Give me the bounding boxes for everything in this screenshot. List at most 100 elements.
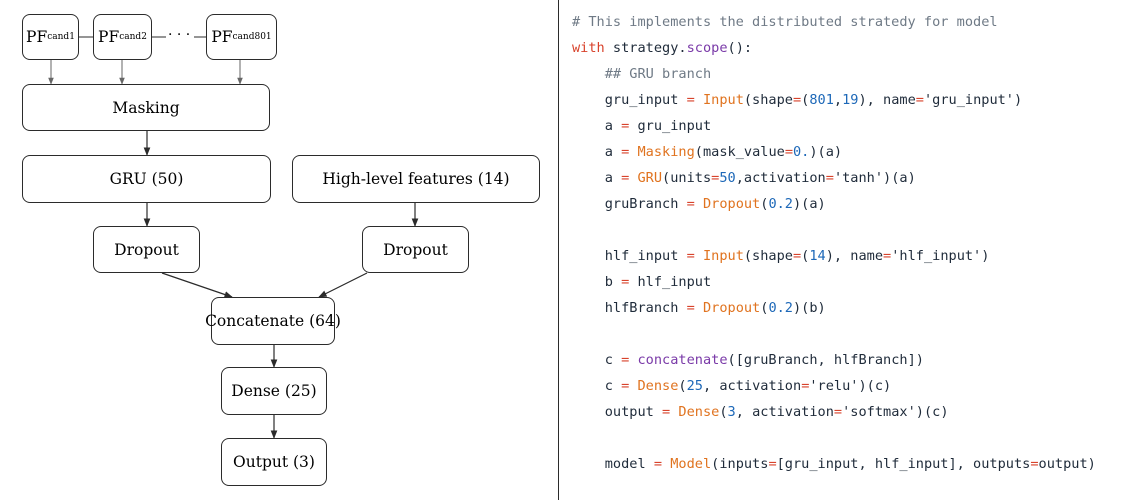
panel-divider	[558, 0, 559, 500]
code-token: , activation	[702, 378, 802, 394]
code-line: with strategy.scope():	[572, 35, 1138, 61]
code-token: 'gru_input'	[923, 92, 1014, 108]
arrow-dropout-right-concat	[318, 272, 368, 298]
code-token: )(b)	[793, 300, 826, 316]
pf-cand-2-node: PF cand2	[93, 14, 152, 60]
code-token: =	[792, 92, 802, 108]
code-line: c = concatenate([gruBranch, hlfBranch])	[572, 347, 1138, 373]
code-token: ), name	[858, 92, 916, 108]
code-token: Dense	[678, 404, 720, 420]
pf-base: PF	[98, 28, 120, 46]
code-token: (units	[662, 170, 712, 186]
code-token: 50	[719, 170, 736, 186]
code-token: 0.	[793, 144, 810, 160]
code-token: (shape	[743, 92, 793, 108]
code-token: ), name	[825, 248, 884, 264]
code-token: (shape	[743, 248, 793, 264]
code-line: a = Masking(mask_value=0.)(a)	[572, 139, 1138, 165]
code-token: )(a)	[809, 144, 843, 160]
code-token: ():	[727, 40, 753, 56]
code-token: =	[915, 92, 924, 108]
code-token: a	[572, 144, 622, 160]
pf-sub: cand	[47, 32, 70, 42]
code-token: =	[792, 248, 802, 264]
code-token: gru_input	[572, 92, 687, 108]
code-token: a	[572, 118, 622, 134]
code-line: hlfBranch = Dropout(0.2)(b)	[572, 295, 1138, 321]
code-token: )(c)	[915, 404, 949, 420]
code-token: =	[833, 404, 843, 420]
code-line: hlf_input = Input(shape=(14), name='hlf_…	[572, 243, 1138, 269]
masking-node: Masking	[22, 84, 270, 131]
pf-base: PF	[211, 28, 233, 46]
code-token: )	[981, 248, 990, 264]
code-token: Dense	[637, 378, 679, 394]
output-node: Output (3)	[221, 438, 327, 486]
code-token: ## GRU branch	[572, 66, 712, 82]
code-token: [gru_input, hlf_input], outputs	[776, 456, 1031, 472]
gru-node: GRU (50)	[22, 155, 271, 203]
code-token: 'hlf_input'	[891, 248, 982, 264]
code-token: 3	[727, 404, 736, 420]
code-line: # This implements the distributed strate…	[572, 9, 1138, 35]
code-token: =	[825, 170, 834, 186]
code-token: 'softmax'	[842, 404, 916, 420]
code-line: gruBranch = Dropout(0.2)(a)	[572, 191, 1138, 217]
code-token: Masking	[637, 144, 695, 160]
code-token: 0.2	[768, 196, 793, 212]
code-token: =	[768, 456, 777, 472]
code-line: a = gru_input	[572, 113, 1138, 139]
code-token: b	[572, 274, 622, 290]
pf-sub: cand	[119, 32, 142, 42]
code-token: =	[784, 144, 793, 160]
dropout-left-node: Dropout	[93, 226, 200, 273]
code-token: Input	[702, 92, 744, 108]
pf-cand-801-node: PF cand801	[206, 14, 277, 60]
code-token: gruBranch	[572, 196, 687, 212]
code-token: =	[1030, 456, 1039, 472]
code-token: 25	[686, 378, 703, 394]
code-token: hlf_input	[572, 248, 687, 264]
code-token: )(a)	[883, 170, 916, 186]
code-token: a	[572, 170, 622, 186]
code-token: model	[572, 456, 654, 472]
code-token: ([gruBranch, hlfBranch])	[727, 352, 924, 368]
pf-sub: cand	[232, 32, 255, 42]
code-token: ,activation	[735, 170, 826, 186]
code-token: (mask_value	[694, 144, 785, 160]
code-token: Input	[702, 248, 744, 264]
code-token: 'relu'	[809, 378, 859, 394]
pf-cand-1-node: PF cand1	[22, 14, 79, 60]
pf-index: 2	[141, 32, 147, 42]
arrow-dropout-left-concat	[161, 272, 233, 298]
pf-index: 1	[69, 32, 75, 42]
connector-arrows	[48, 36, 419, 439]
code-line: c = Dense(25, activation='relu')(c)	[572, 373, 1138, 399]
code-token: =	[883, 248, 892, 264]
code-token: , activation	[735, 404, 834, 420]
code-token: Dropout	[702, 300, 761, 316]
code-token: 19	[842, 92, 859, 108]
dropout-right-node: Dropout	[362, 226, 469, 273]
code-token: scope	[686, 40, 728, 56]
code-line: gru_input = Input(shape=(801,19), name='…	[572, 87, 1138, 113]
code-token: =	[686, 196, 695, 212]
code-token: )(a)	[793, 196, 826, 212]
code-token: 'tanh'	[833, 170, 884, 186]
code-token: output	[572, 404, 663, 420]
code-listing: # This implements the distributed strate…	[572, 9, 1138, 477]
code-token: Model	[670, 456, 712, 472]
code-token: 801	[809, 92, 834, 108]
code-line: b = hlf_input	[572, 269, 1138, 295]
code-token: GRU	[637, 170, 663, 186]
code-token: (inputs	[711, 456, 769, 472]
code-token: concatenate	[637, 352, 728, 368]
code-token: hlf_input	[629, 274, 712, 290]
